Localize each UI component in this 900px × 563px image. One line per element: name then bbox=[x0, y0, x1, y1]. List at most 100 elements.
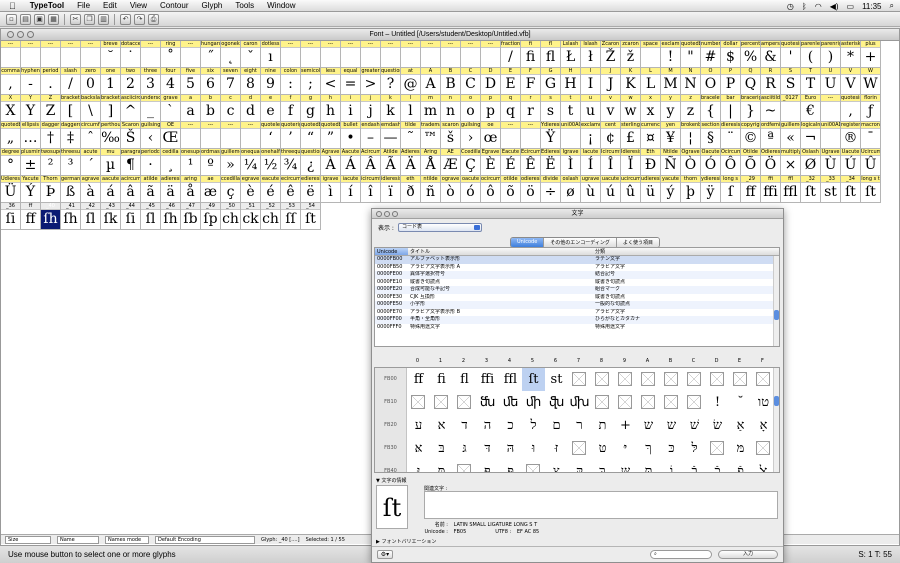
glyph-cell[interactable]: acute ´ bbox=[81, 149, 101, 176]
glyph-cell[interactable]: oacute ó bbox=[461, 176, 481, 203]
glyph-cell[interactable]: yy bbox=[661, 95, 681, 122]
glyph-cell[interactable]: XX bbox=[1, 95, 21, 122]
glyph-cell[interactable]: exclam! bbox=[661, 41, 681, 68]
tab-other-encodings[interactable]: その他のエンコーディング bbox=[544, 238, 617, 247]
glyph-cell[interactable]: RR bbox=[761, 68, 781, 95]
glyph-cell[interactable]: _0127 bbox=[781, 95, 801, 122]
glyph-cell[interactable]: Oacute Ó bbox=[701, 149, 721, 176]
glyph-cell[interactable]: equal = bbox=[341, 68, 361, 95]
glyph-cell[interactable]: acircumflexâ bbox=[121, 176, 141, 203]
glyph-cell[interactable]: --- bbox=[501, 122, 521, 149]
glyph-cell[interactable]: mm bbox=[421, 95, 441, 122]
glyph-cell[interactable]: _40 ſh bbox=[41, 203, 61, 230]
insert-button[interactable]: 入力 bbox=[718, 550, 778, 559]
glyph-cell[interactable]: quoteleft‘ bbox=[261, 122, 281, 149]
close-window-button[interactable] bbox=[7, 31, 14, 38]
glyph-cell[interactable]: JJ bbox=[601, 68, 621, 95]
glyph-cell[interactable]: one 1 bbox=[101, 68, 121, 95]
glyph-cell[interactable]: braceright} bbox=[741, 95, 761, 122]
glyph-cell[interactable]: nine 9 bbox=[261, 68, 281, 95]
block-list-row[interactable]: 0000FB00 アルファベット表示形 ラテン文字 bbox=[375, 256, 779, 264]
glyph-cell[interactable]: OO bbox=[701, 68, 721, 95]
glyph-cell[interactable]: plusminus± bbox=[21, 149, 41, 176]
glyph-cell[interactable]: ordfeminineª bbox=[761, 122, 781, 149]
glyph-cell[interactable]: section § bbox=[701, 122, 721, 149]
glyph-cell[interactable]: ydieresisÿ bbox=[701, 176, 721, 203]
glyph-cell[interactable]: divide ÷ bbox=[541, 176, 561, 203]
apple-menu-icon[interactable]:  bbox=[9, 1, 16, 11]
glyph-cell[interactable]: dieresis ¨ bbox=[721, 122, 741, 149]
glyph-cell[interactable]: --- bbox=[181, 122, 201, 149]
copy-icon[interactable]: ❐ bbox=[84, 13, 95, 25]
save-icon[interactable]: ▣ bbox=[34, 13, 45, 25]
glyph-cell[interactable]: _41 ſh bbox=[61, 203, 81, 230]
glyph-cell[interactable]: zero 0 bbox=[81, 68, 101, 95]
glyph-cell[interactable]: --- bbox=[81, 41, 101, 68]
glyph-cell[interactable]: eacute é bbox=[261, 176, 281, 203]
glyph-cell[interactable]: daggerdbl‡ bbox=[61, 122, 81, 149]
char-grid-cell[interactable]: ſt bbox=[522, 368, 545, 391]
char-grid-cell[interactable]: וֹ bbox=[660, 460, 683, 472]
char-info-disclosure[interactable]: ▼ 文字の情報 bbox=[376, 477, 406, 484]
char-grid-cell[interactable]: שׁ bbox=[683, 414, 706, 437]
glyph-cell[interactable]: --- bbox=[821, 95, 841, 122]
glyph-cell[interactable]: quotedbl" bbox=[681, 41, 701, 68]
palette-zoom-button[interactable] bbox=[392, 211, 398, 217]
glyph-cell[interactable]: --- bbox=[461, 41, 481, 68]
glyph-cell[interactable]: lslash ł bbox=[581, 41, 601, 68]
glyph-cell[interactable]: cent ¢ bbox=[601, 122, 621, 149]
glyph-cell[interactable]: cedilla ¸ bbox=[161, 149, 181, 176]
glyph-cell[interactable]: numbersign# bbox=[701, 41, 721, 68]
glyph-cell[interactable]: backslash\ bbox=[81, 95, 101, 122]
glyph-cell[interactable]: thorn þ bbox=[681, 176, 701, 203]
block-list-row[interactable]: 0000FE30 CJK 互換形 縦書き句読点 bbox=[375, 294, 779, 302]
glyph-cell[interactable]: --- bbox=[301, 41, 321, 68]
glyph-cell[interactable]: SS bbox=[781, 68, 801, 95]
glyph-cell[interactable]: exclamdown¡ bbox=[581, 122, 601, 149]
glyph-cell[interactable]: ocircumflexô bbox=[481, 176, 501, 203]
glyph-cell[interactable]: ccedilla ç bbox=[221, 176, 241, 203]
palette-close-button[interactable] bbox=[376, 211, 382, 217]
glyph-cell[interactable]: --- bbox=[341, 41, 361, 68]
open-file-icon[interactable]: ▤ bbox=[20, 13, 31, 25]
glyph-cell[interactable]: circumflexˆ bbox=[81, 122, 101, 149]
missing-glyph-box[interactable] bbox=[637, 368, 660, 391]
char-grid-cell[interactable]: כּ bbox=[660, 437, 683, 460]
glyph-cell[interactable]: xx bbox=[641, 95, 661, 122]
char-grid-cell[interactable]: ﬗ bbox=[568, 391, 591, 414]
glyph-cell[interactable]: --- bbox=[201, 122, 221, 149]
glyph-cell[interactable]: _32 ſt bbox=[801, 176, 821, 203]
glyph-cell[interactable]: dagger † bbox=[41, 122, 61, 149]
glyph-cell[interactable]: ff bbox=[281, 95, 301, 122]
glyph-cell[interactable]: odieresisö bbox=[521, 176, 541, 203]
missing-glyph-box[interactable] bbox=[706, 368, 729, 391]
glyph-cell[interactable]: ogonek ˛ bbox=[221, 41, 241, 68]
glyph-cell[interactable]: trademark™ bbox=[421, 122, 441, 149]
glyph-cell[interactable]: Idieresis Ï bbox=[621, 149, 641, 176]
glyph-cell[interactable]: rr bbox=[521, 95, 541, 122]
missing-glyph-box[interactable] bbox=[752, 368, 775, 391]
char-grid-cell[interactable]: תּ bbox=[637, 460, 660, 472]
glyph-cell[interactable]: registered® bbox=[841, 122, 861, 149]
column-title[interactable]: タイトル bbox=[408, 248, 593, 255]
glyph-cell[interactable]: Yacute Ý bbox=[21, 176, 41, 203]
missing-glyph-box[interactable] bbox=[453, 460, 476, 472]
glyph-cell[interactable]: _44 ſi bbox=[121, 203, 141, 230]
glyph-cell[interactable]: II bbox=[581, 68, 601, 95]
glyph-cell[interactable]: asciicircum^ bbox=[121, 95, 141, 122]
missing-glyph-box[interactable] bbox=[614, 368, 637, 391]
menu-tools[interactable]: Tools bbox=[235, 1, 254, 10]
glyph-cell[interactable]: AdieresisÄ bbox=[401, 149, 421, 176]
glyph-cell[interactable]: adieresisä bbox=[161, 176, 181, 203]
glyph-cell[interactable]: three 3 bbox=[141, 68, 161, 95]
missing-glyph-box[interactable] bbox=[683, 391, 706, 414]
glyph-cell[interactable]: Ntilde Ñ bbox=[661, 149, 681, 176]
block-list-row[interactable]: 0000FE10 縦書き句読点 縦書き句読点 bbox=[375, 279, 779, 287]
char-grid-cell[interactable]: צּ bbox=[545, 460, 568, 472]
glyph-cell[interactable]: tilde ˜ bbox=[401, 122, 421, 149]
glyph-cell[interactable]: macron ¯ bbox=[861, 122, 881, 149]
char-grid-cell[interactable]: יּ bbox=[614, 437, 637, 460]
column-unicode[interactable]: Unicode bbox=[375, 248, 408, 255]
glyph-cell[interactable]: five 5 bbox=[181, 68, 201, 95]
glyph-cell[interactable]: period. bbox=[41, 68, 61, 95]
